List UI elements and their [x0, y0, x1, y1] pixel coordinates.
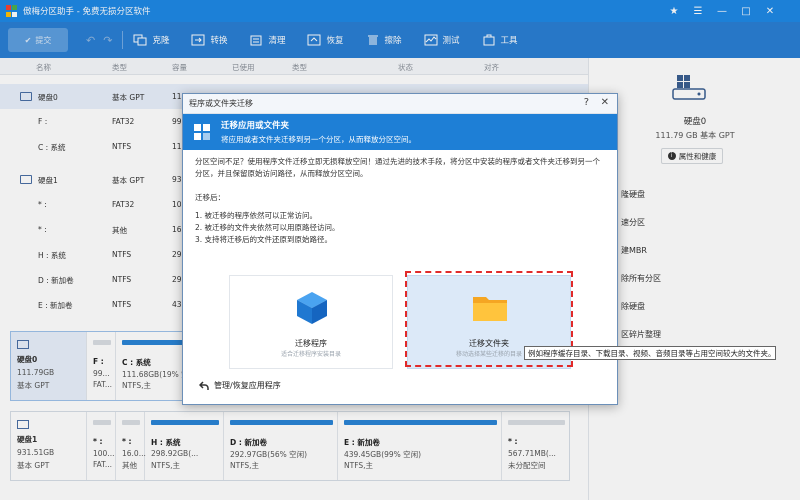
dialog-title: 程序或文件夹迁移 — [189, 99, 253, 108]
tooltip: 例如程序缓存目录、下载目录、视频、音频目录等占用空间较大的文件夹。 — [524, 346, 776, 360]
migrate-programs-option[interactable]: 迁移程序 适合迁移程序安装目录 — [229, 275, 393, 369]
app-grid-icon — [194, 124, 210, 140]
dialog-header-subtitle: 将应用或者文件夹迁移到另一个分区，从而释放分区空间。 — [221, 135, 416, 144]
close-icon[interactable]: ✕ — [601, 97, 609, 108]
dialog-header: 迁移应用或文件夹 将应用或者文件夹迁移到另一个分区，从而释放分区空间。 — [183, 114, 617, 150]
cube-icon — [297, 292, 327, 324]
back-arrow-icon — [199, 380, 209, 390]
dialog-description: 分区空间不足？使用程序文件迁移立即无损释放空间！通过先进的技术手段，将分区中安装… — [195, 157, 600, 244]
help-icon[interactable]: ? — [584, 97, 589, 108]
manage-restore-apps-link[interactable]: 管理/恢复应用程序 — [199, 380, 281, 391]
dialog-title-bar: 程序或文件夹迁移 ? ✕ — [183, 94, 617, 114]
dialog-header-title: 迁移应用或文件夹 — [221, 121, 290, 131]
